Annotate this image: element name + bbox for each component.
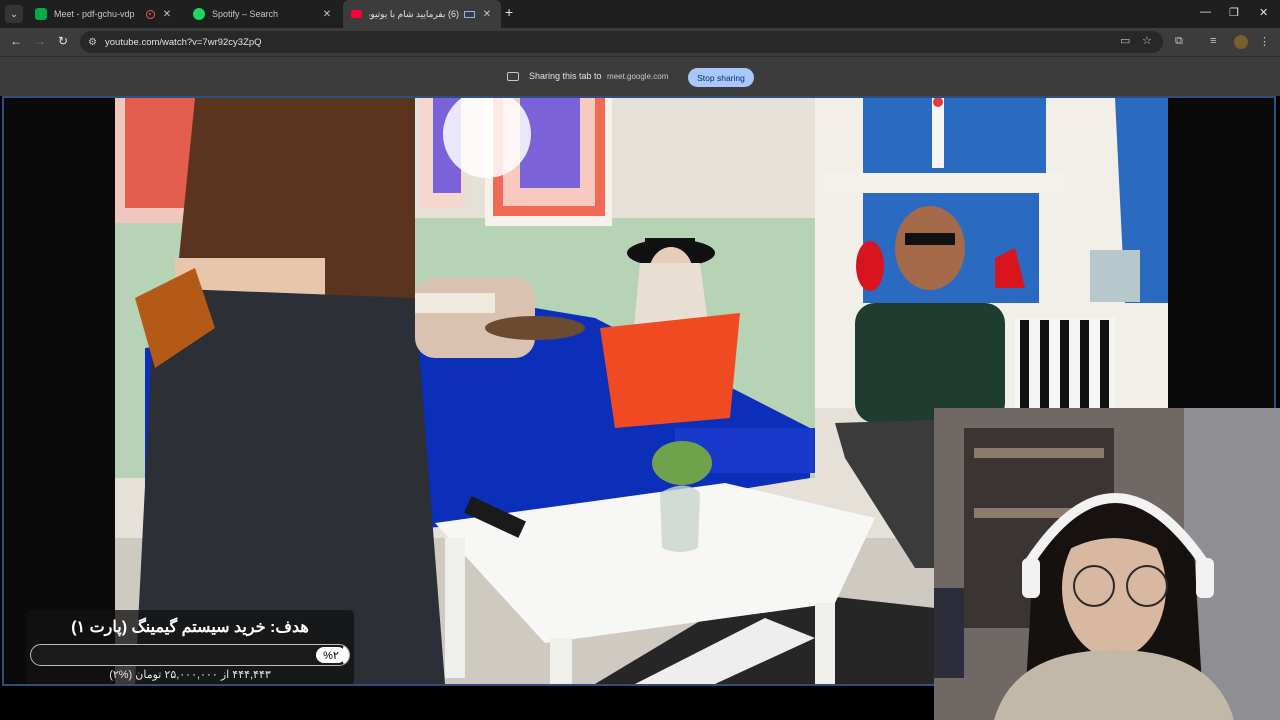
- goal-title: هدف: خرید سیستم گیمینگ (پارت ۱): [71, 619, 309, 636]
- recording-icon: [146, 9, 155, 19]
- youtube-icon: [351, 10, 362, 18]
- profile-avatar[interactable]: [1234, 35, 1248, 49]
- tab-spotify[interactable]: Spotify – Search ✕: [185, 0, 341, 28]
- chevron-down-icon: ⌄: [10, 8, 18, 19]
- browser-toolbar: ← → ↻ ⚙ youtube.com/watch?v=7wr92cy3ZpQ …: [0, 28, 1280, 56]
- close-tab-icon[interactable]: ✕: [481, 9, 493, 20]
- webcam-feed: [934, 408, 1280, 720]
- tab-search-button[interactable]: ⌄: [5, 5, 23, 23]
- sharing-host[interactable]: meet.google.com: [607, 72, 668, 81]
- address-bar[interactable]: ⚙ youtube.com/watch?v=7wr92cy3ZpQ: [80, 31, 1163, 53]
- donation-goal-widget: هدف: خرید سیستم گیمینگ (پارت ۱) %۲ ۴۴۴,۴…: [26, 610, 354, 684]
- tab-title: (6) بفرمایید شام با یوتیوبرا (...: [369, 8, 459, 19]
- site-info-icon[interactable]: ⚙: [88, 37, 102, 48]
- tab-title: Spotify – Search: [212, 9, 279, 19]
- meet-icon: [35, 8, 47, 20]
- minimize-icon[interactable]: —: [1200, 6, 1211, 18]
- screen-share-icon: [507, 72, 519, 81]
- tab-meet[interactable]: Meet - pdf-gchu-vdp ✕: [27, 0, 181, 28]
- close-tab-icon[interactable]: ✕: [321, 9, 333, 20]
- webcam-image: [934, 408, 1280, 720]
- back-icon[interactable]: ←: [10, 34, 22, 48]
- close-window-icon[interactable]: ✕: [1259, 6, 1268, 19]
- tab-youtube[interactable]: (6) بفرمایید شام با یوتیوبرا (... ✕: [343, 0, 501, 28]
- goal-amount-text: ۴۴۴,۴۴۳ از ۲۵,۰۰۰,۰۰۰ تومان (%۲): [109, 669, 271, 681]
- tab-strip: ⌄ Meet - pdf-gchu-vdp ✕ Spotify – Search…: [0, 0, 1280, 28]
- close-tab-icon[interactable]: ✕: [161, 9, 173, 20]
- media-controls-icon[interactable]: ≡: [1210, 35, 1216, 47]
- spotify-icon: [193, 8, 205, 20]
- tab-title: Meet - pdf-gchu-vdp: [54, 9, 135, 19]
- menu-icon[interactable]: ⋮: [1259, 35, 1270, 48]
- restore-icon[interactable]: ❐: [1229, 6, 1239, 19]
- stop-sharing-button[interactable]: Stop sharing: [688, 68, 754, 87]
- tab-sharing-bar: Sharing this tab to meet.google.com Stop…: [0, 56, 1280, 96]
- page-viewport: هدف: خرید سیستم گیمینگ (پارت ۱) %۲ ۴۴۴,۴…: [0, 96, 1280, 720]
- reload-icon[interactable]: ↻: [58, 34, 68, 48]
- url-text: youtube.com/watch?v=7wr92cy3ZpQ: [105, 36, 262, 48]
- forward-icon[interactable]: →: [34, 34, 46, 48]
- goal-percent-badge: %۲: [316, 647, 346, 663]
- sharing-text: Sharing this tab to: [529, 71, 602, 81]
- new-tab-button[interactable]: +: [505, 4, 513, 20]
- cast-icon[interactable]: ▭: [1120, 34, 1130, 47]
- extensions-icon[interactable]: ⧉: [1175, 35, 1183, 48]
- screen-share-icon: [464, 10, 475, 18]
- goal-progress-bar: %۲: [30, 644, 350, 666]
- bookmark-star-icon[interactable]: ☆: [1142, 34, 1152, 47]
